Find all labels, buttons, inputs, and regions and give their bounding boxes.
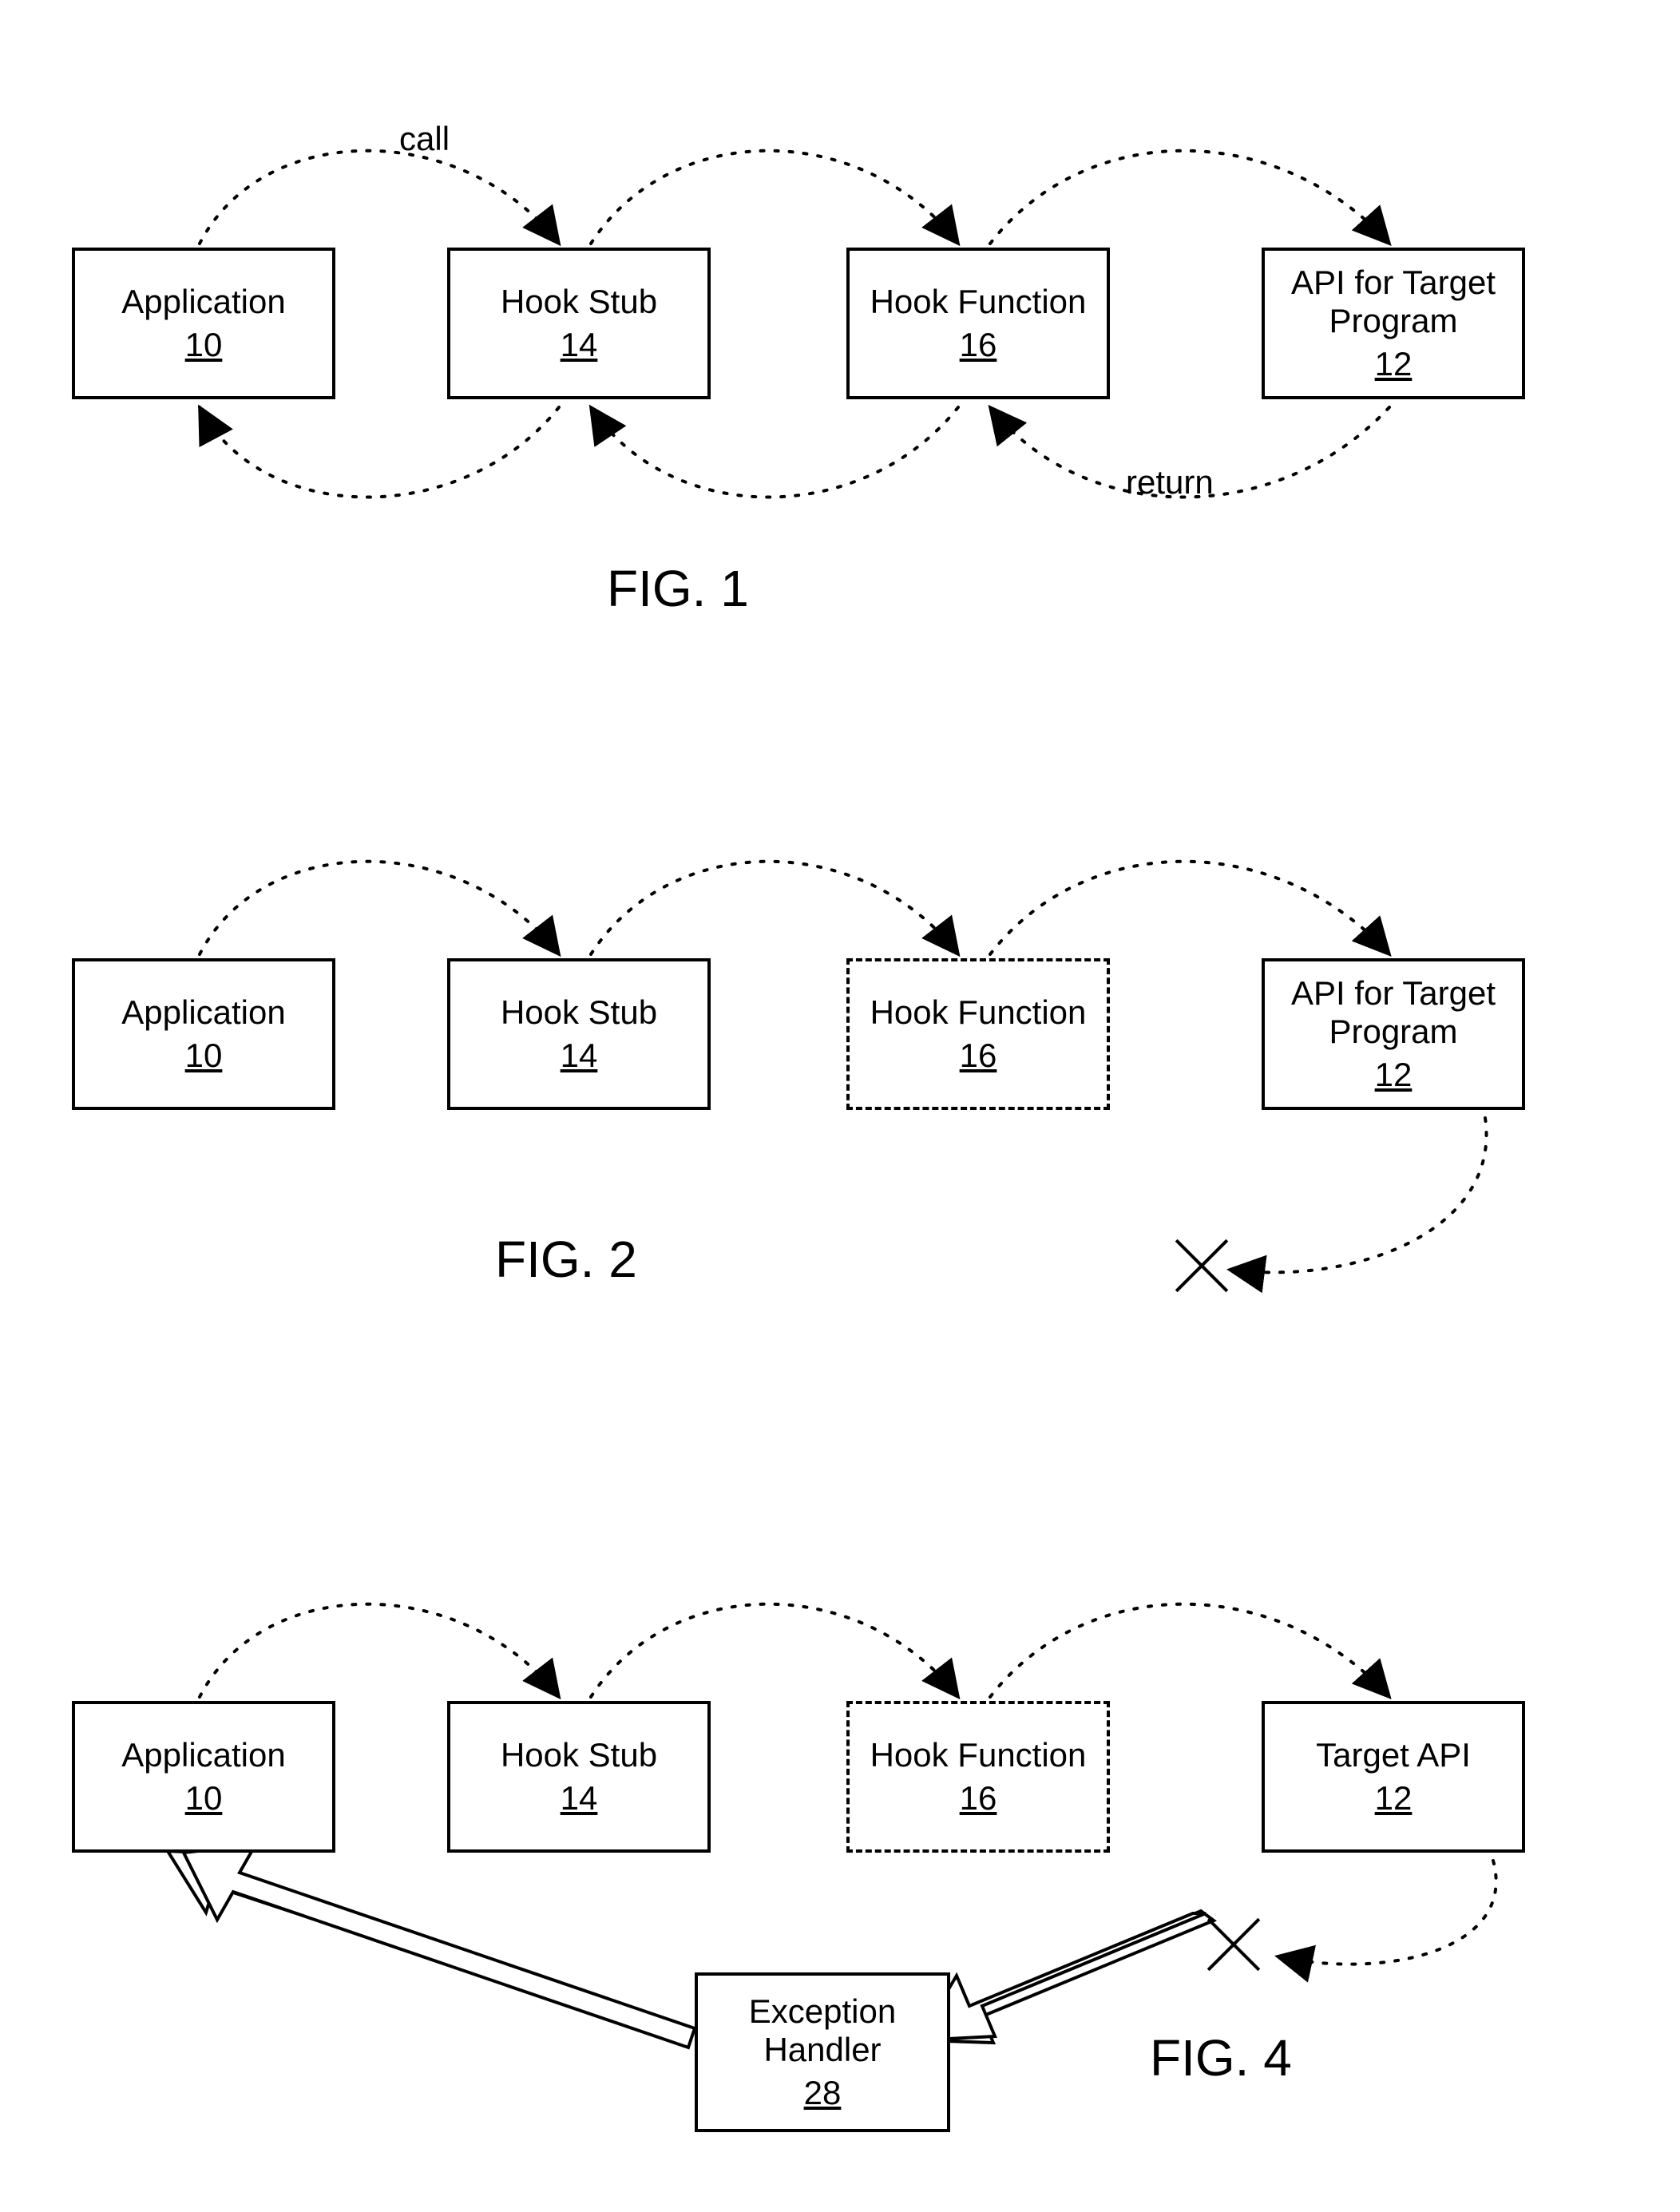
box-number: 10 [185, 326, 223, 364]
fig4-title: FIG. 4 [1150, 2028, 1292, 2087]
fig4-application-box: Application 10 [72, 1701, 335, 1853]
box-label: Hook Stub [496, 283, 662, 321]
fig2-hook-function-box: Hook Function 16 [846, 958, 1110, 1110]
box-number: 12 [1375, 1779, 1413, 1818]
box-label: Application [117, 283, 290, 321]
box-number: 10 [185, 1779, 223, 1818]
box-label: Hook Function [866, 993, 1092, 1032]
box-number: 16 [960, 1779, 997, 1818]
box-number: 12 [1375, 345, 1413, 383]
fig4-hook-stub-box: Hook Stub 14 [447, 1701, 711, 1853]
fig2-target-api-box: API for Target Program 12 [1262, 958, 1525, 1110]
box-number: 16 [960, 326, 997, 364]
box-number: 12 [1375, 1056, 1413, 1094]
fig1-title: FIG. 1 [607, 559, 749, 618]
box-number: 10 [185, 1037, 223, 1075]
box-number: 14 [561, 326, 598, 364]
box-label: Hook Function [866, 283, 1092, 321]
fig1-return-label: return [1126, 463, 1214, 501]
box-number: 28 [804, 2074, 842, 2112]
fig4-broken-icon [1198, 1909, 1270, 1980]
page: Application 10 Hook Stub 14 Hook Functio… [0, 0, 1680, 2212]
fig2-title: FIG. 2 [495, 1230, 637, 1289]
fig4-exception-handler-box: Exception Handler 28 [695, 1972, 950, 2132]
box-label: Hook Stub [496, 1736, 662, 1774]
fig2-application-box: Application 10 [72, 958, 335, 1110]
fig1-hook-stub-box: Hook Stub 14 [447, 248, 711, 399]
box-number: 14 [561, 1037, 598, 1075]
box-label: Hook Function [866, 1736, 1092, 1774]
box-number: 14 [561, 1779, 598, 1818]
box-label: Target API [1311, 1736, 1476, 1774]
fig2-hook-stub-box: Hook Stub 14 [447, 958, 711, 1110]
fig1-application-box: Application 10 [72, 248, 335, 399]
fig4-target-api-box: Target API 12 [1262, 1701, 1525, 1853]
box-label: Application [117, 1736, 290, 1774]
fig1-hook-function-box: Hook Function 16 [846, 248, 1110, 399]
fig1-target-api-box: API for Target Program 12 [1262, 248, 1525, 399]
fig4-hook-function-box: Hook Function 16 [846, 1701, 1110, 1853]
box-label: API for Target Program [1265, 974, 1522, 1052]
fig1-call-label: call [399, 120, 450, 158]
box-label: Application [117, 993, 290, 1032]
box-label: API for Target Program [1265, 264, 1522, 341]
fig2-broken-icon [1166, 1230, 1238, 1302]
box-number: 16 [960, 1037, 997, 1075]
box-label: Hook Stub [496, 993, 662, 1032]
box-label: Exception Handler [698, 1992, 947, 2070]
